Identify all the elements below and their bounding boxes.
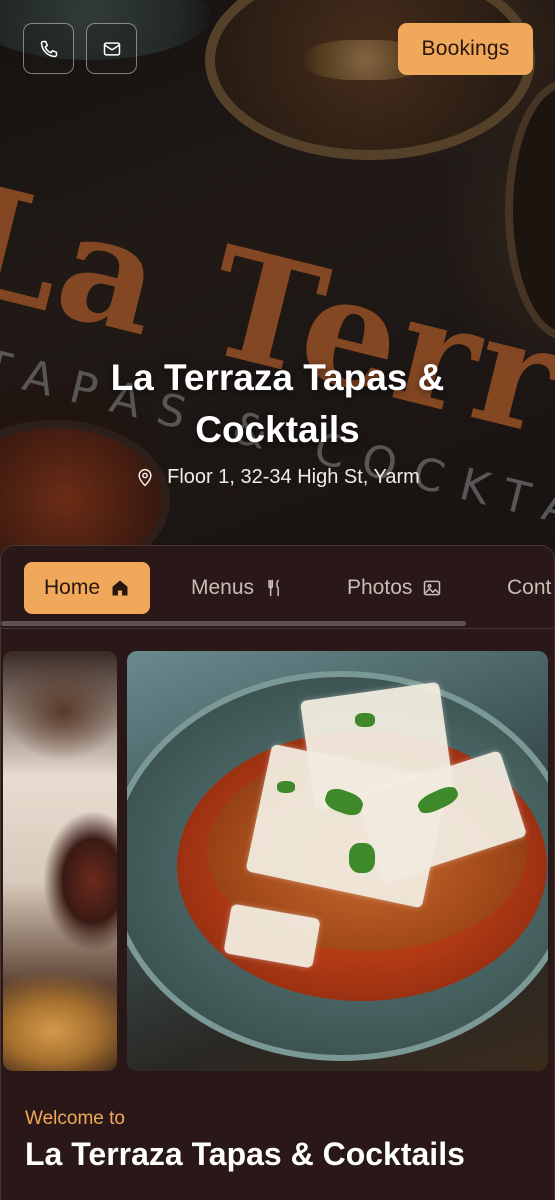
tab-divider xyxy=(1,628,555,629)
phone-button[interactable] xyxy=(23,23,74,74)
photo-carousel[interactable] xyxy=(1,651,555,1071)
image-icon xyxy=(424,580,441,596)
herb-garnish xyxy=(349,843,375,873)
tab-scrollbar[interactable] xyxy=(1,621,466,626)
tab-menus[interactable]: Menus xyxy=(191,562,284,614)
mail-icon xyxy=(103,41,120,56)
tab-contact[interactable]: Cont xyxy=(507,562,551,614)
phone-icon xyxy=(40,40,57,57)
herb-garnish xyxy=(277,781,295,793)
page-title: La Terraza Tapas & Cocktails xyxy=(110,357,445,450)
tab-menus-label: Menus xyxy=(191,576,255,599)
location-pin-icon xyxy=(138,468,152,486)
restaurant-name-heading: La Terraza Tapas & Cocktails xyxy=(25,1136,465,1172)
tab-photos-label: Photos xyxy=(347,576,413,599)
tab-photos[interactable]: Photos xyxy=(347,562,442,614)
tab-home[interactable]: Home xyxy=(24,562,150,614)
content-panel: Home Menus Photos Cont Welcome to La Ter… xyxy=(0,545,555,1200)
tab-contact-label: Cont xyxy=(507,576,552,599)
tab-home-label: Home xyxy=(43,576,101,599)
tab-bar: Home Menus Photos Cont xyxy=(1,546,555,628)
hero-banner: La Terraza TAPAS & COCKTAILS Bookings La… xyxy=(0,0,555,560)
address-row[interactable]: Floor 1, 32-34 High St, Yarm xyxy=(0,466,555,489)
welcome-label: Welcome to xyxy=(25,1108,125,1129)
cutlery-icon xyxy=(268,579,279,597)
herb-garnish xyxy=(355,713,375,727)
home-icon xyxy=(112,580,128,596)
bookings-button[interactable]: Bookings xyxy=(398,23,533,75)
carousel-slide[interactable] xyxy=(127,651,548,1071)
address-text: Floor 1, 32-34 High St, Yarm xyxy=(167,466,420,488)
email-button[interactable] xyxy=(86,23,137,74)
carousel-slide[interactable] xyxy=(3,651,117,1071)
